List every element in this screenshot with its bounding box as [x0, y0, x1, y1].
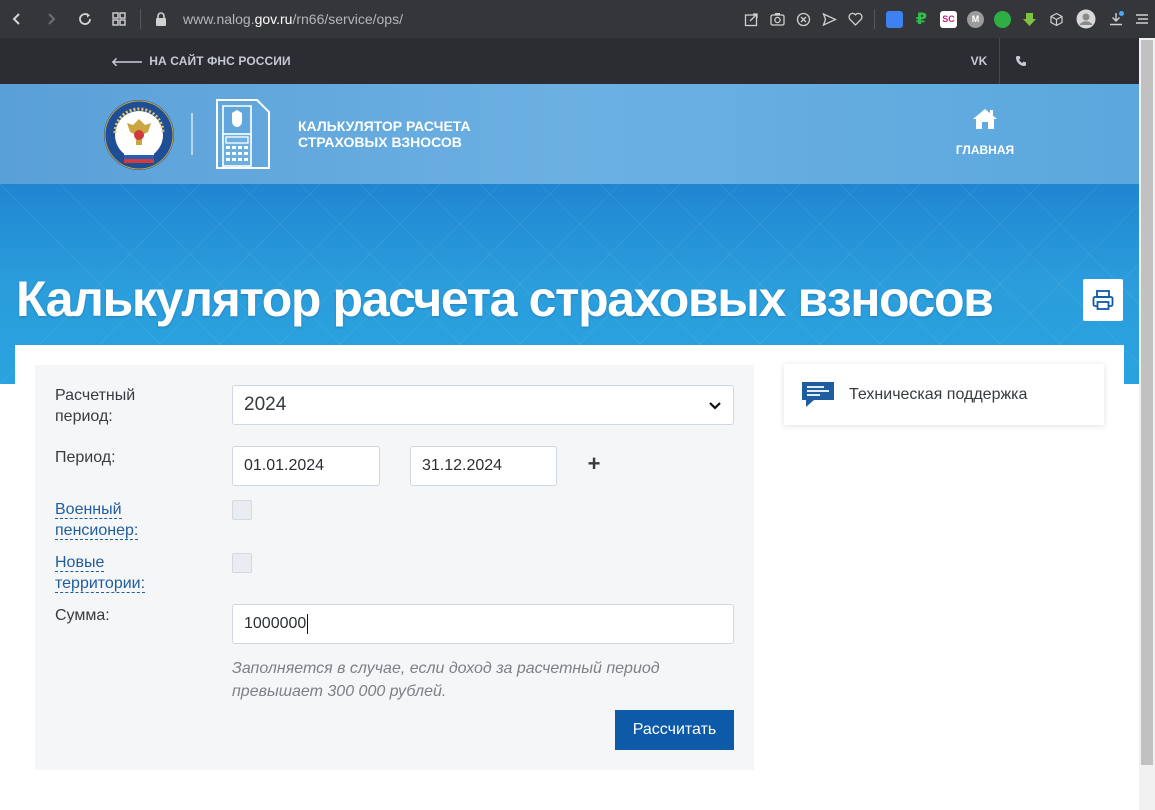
page-title: Калькулятор расчета страховых взносов [16, 271, 994, 327]
sum-hint: Заполняется в случае, если доход за расч… [232, 660, 660, 700]
back-to-fns-link[interactable]: 🡐 НА САЙТ ФНС РОССИИ [111, 38, 291, 84]
calculator-document-icon [216, 99, 270, 169]
browser-toolbar: www.nalog.gov.ru/rn66/service/ops/ ₽ SC … [0, 0, 1155, 38]
lock-icon [156, 12, 166, 26]
printer-icon [1092, 290, 1114, 310]
block-icon[interactable] [790, 0, 816, 38]
vk-icon[interactable]: VK [968, 38, 990, 84]
reload-icon[interactable] [68, 0, 102, 38]
chevron-down-icon [709, 402, 721, 410]
url-text: www.nalog.gov.ru/rn66/service/ops/ [183, 11, 403, 27]
app-title[interactable]: КАЛЬКУЛЯТОР РАСЧЕТА СТРАХОВЫХ ВЗНОСОВ [298, 118, 471, 150]
print-button[interactable] [1083, 279, 1123, 321]
sum-input[interactable]: 1000000 [232, 604, 734, 644]
profile-icon[interactable] [1069, 0, 1103, 38]
cube-icon[interactable] [1043, 0, 1069, 38]
toolbar-divider [140, 9, 141, 29]
site-top-strip: 🡐 НА САЙТ ФНС РОССИИ VK [0, 38, 1139, 84]
heart-icon[interactable] [842, 0, 868, 38]
m-extension-icon[interactable]: M [967, 10, 984, 28]
share-icon[interactable] [738, 0, 764, 38]
range-label: Период: [55, 449, 116, 466]
menu-icon[interactable] [1129, 0, 1155, 38]
ruble-extension-icon[interactable]: ₽ [913, 10, 930, 28]
add-period-button[interactable]: + [585, 453, 603, 475]
home-link[interactable]: ГЛАВНАЯ [950, 108, 1020, 157]
camera-icon[interactable] [764, 0, 790, 38]
translate-extension-icon[interactable] [886, 10, 903, 28]
address-bar[interactable]: www.nalog.gov.ru/rn66/service/ops/ [147, 0, 738, 38]
period-label: Расчетный период: [55, 387, 136, 425]
period-select[interactable]: 2024 [232, 385, 734, 425]
forward-icon[interactable] [34, 0, 68, 38]
download-extension-icon[interactable] [994, 10, 1011, 28]
back-icon[interactable] [0, 0, 34, 38]
tech-support-widget[interactable]: Техническая поддержка [784, 364, 1104, 425]
topbar-divider [999, 38, 1000, 84]
page-scrollbar[interactable] [1139, 38, 1155, 810]
phone-icon[interactable] [1012, 38, 1030, 84]
downloads-icon[interactable] [1103, 0, 1129, 38]
toolbar-divider [874, 9, 875, 29]
arrow-extension-icon[interactable] [1021, 10, 1038, 28]
site-header: КАЛЬКУЛЯТОР РАСЧЕТА СТРАХОВЫХ ВЗНОСОВ ГЛ… [0, 84, 1139, 184]
text-cursor [307, 614, 309, 634]
home-icon [973, 109, 997, 129]
new-territories-checkbox[interactable] [232, 553, 252, 573]
military-pensioner-link[interactable]: Военный пенсионер: [55, 499, 139, 541]
chat-icon [802, 381, 834, 407]
date-from-input[interactable]: 01.01.2024 [232, 446, 380, 486]
header-divider [191, 113, 193, 155]
sum-label: Сумма: [55, 607, 110, 624]
date-to-input[interactable]: 31.12.2024 [410, 446, 557, 486]
send-icon[interactable] [816, 0, 842, 38]
scrollbar-thumb[interactable] [1141, 40, 1153, 765]
military-pensioner-checkbox[interactable] [232, 500, 252, 520]
calculate-button[interactable]: Рассчитать [615, 710, 734, 750]
new-territories-link[interactable]: Новые территории: [55, 552, 146, 594]
fns-emblem-logo[interactable] [103, 99, 175, 171]
sc-extension-icon[interactable]: SC [940, 10, 957, 28]
arrow-left-icon: 🡐 [111, 54, 144, 69]
tabs-grid-icon[interactable] [102, 0, 136, 38]
